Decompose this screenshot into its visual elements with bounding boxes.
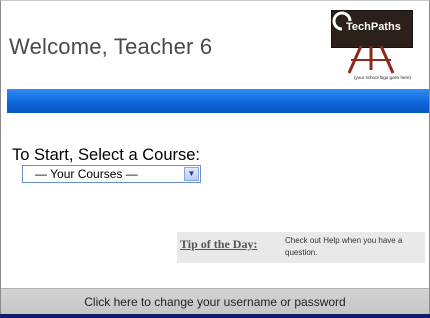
course-select-value: — Your Courses —: [35, 167, 138, 181]
tip-of-the-day: Tip of the Day: Check out Help when you …: [177, 232, 425, 263]
school-logo: TechPaths (your school logo goes here): [331, 10, 413, 82]
chevron-down-icon[interactable]: ▼: [184, 167, 199, 181]
easel-icon: [347, 46, 395, 74]
logo-text: TechPaths: [346, 21, 401, 33]
select-course-heading: To Start, Select a Course:: [12, 146, 201, 164]
logo-tagline: (your school logo goes here): [353, 75, 411, 80]
course-select[interactable]: — Your Courses — ▼: [22, 165, 201, 183]
page-frame: Welcome, Teacher 6 TechPaths (your schoo…: [0, 0, 430, 318]
change-credentials-link[interactable]: Click here to change your username or pa…: [1, 295, 429, 309]
welcome-heading: Welcome, Teacher 6: [9, 34, 213, 59]
header-bar: [7, 89, 429, 113]
tip-label[interactable]: Tip of the Day:: [180, 237, 257, 252]
footer: Click here to change your username or pa…: [1, 288, 429, 317]
logo-board: TechPaths: [331, 10, 413, 48]
tip-text: Check out Help when you have a question.: [285, 236, 403, 257]
footer-line: [0, 314, 430, 318]
